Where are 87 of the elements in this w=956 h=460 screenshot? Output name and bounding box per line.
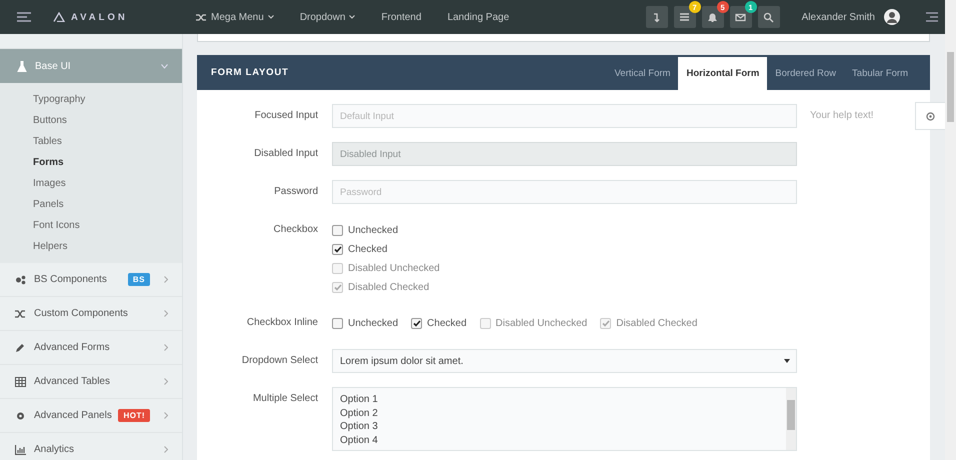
- user-name[interactable]: Alexander Smith: [802, 12, 875, 22]
- caret-icon: [349, 15, 356, 19]
- bell-icon: [707, 12, 718, 22]
- panel-title: FORM LAYOUT: [210, 67, 290, 78]
- bar-chart-icon: [15, 444, 26, 454]
- tab[interactable]: Tabular Form: [844, 57, 916, 90]
- tab[interactable]: Vertical Form: [606, 57, 678, 90]
- tab[interactable]: Bordered Row: [767, 57, 844, 90]
- flask-icon: [17, 60, 27, 72]
- field-label: Dropdown Select: [240, 354, 318, 368]
- nav-link[interactable]: Dropdown: [300, 12, 356, 22]
- checkbox-option[interactable]: Unchecked: [332, 314, 398, 333]
- menu-badge: BS: [128, 273, 150, 286]
- caret-icon: [784, 359, 790, 363]
- brand-name: AVALON: [71, 12, 128, 22]
- table-icon: [15, 376, 26, 386]
- select-option[interactable]: Option 1: [340, 393, 779, 406]
- select-option[interactable]: Option 2: [340, 406, 779, 420]
- chevron-icon: [164, 446, 168, 453]
- sidebar-menu-item[interactable]: BS Components BS: [0, 263, 182, 297]
- submenu-link[interactable]: Forms: [33, 152, 182, 173]
- nav-link[interactable]: Landing Page: [447, 12, 510, 22]
- arrow-down-icon: [651, 12, 662, 22]
- field-label: Password: [273, 185, 318, 199]
- checkbox-option[interactable]: Checked: [411, 314, 466, 333]
- nav-link[interactable]: Mega Menu: [196, 12, 274, 22]
- checkbox-option[interactable]: Unchecked: [332, 221, 797, 240]
- submenu-link[interactable]: Tables: [33, 131, 182, 152]
- sidebar-menu-item[interactable]: Custom Components: [0, 297, 182, 331]
- arrow-down-button[interactable]: [646, 6, 668, 28]
- gear-icon: [15, 410, 26, 420]
- dropdown-select[interactable]: Lorem ipsum dolor sit amet.: [332, 349, 797, 373]
- submenu-link[interactable]: Font Icons: [33, 215, 182, 236]
- tab[interactable]: Horizontal Form: [678, 57, 768, 90]
- field-label: Multiple Select: [252, 392, 318, 406]
- shuffle-icon: [15, 308, 26, 318]
- checkbox-option[interactable]: Checked: [332, 240, 797, 259]
- menu-badge: HOT!: [118, 409, 150, 422]
- sidebar-menu-item[interactable]: Advanced Forms: [0, 331, 182, 365]
- checkbox[interactable]: [332, 244, 343, 255]
- submenu-link[interactable]: Typography: [33, 89, 182, 110]
- sidebar-menu-item[interactable]: Analytics: [0, 433, 182, 460]
- field-label: Checkbox: [272, 223, 318, 237]
- page-scrollbar[interactable]: [945, 0, 956, 460]
- list-button[interactable]: [674, 6, 696, 28]
- search-button[interactable]: [758, 6, 780, 28]
- menu-icon[interactable]: [17, 12, 31, 22]
- settings-button[interactable]: [915, 102, 945, 130]
- submenu-link[interactable]: Panels: [33, 194, 182, 215]
- chevron-icon: [164, 378, 168, 385]
- field-label: Checkbox Inline: [246, 316, 318, 330]
- chevron-icon: [164, 412, 168, 419]
- submenu-link[interactable]: Buttons: [33, 110, 182, 131]
- chevron-icon: [164, 344, 168, 351]
- mail-icon: [735, 12, 746, 22]
- bell-button[interactable]: [702, 6, 724, 28]
- checkbox[interactable]: [332, 225, 343, 236]
- cogs-icon: [15, 274, 26, 284]
- mail-button[interactable]: [730, 6, 752, 28]
- checkbox[interactable]: [332, 318, 343, 329]
- field-label: Focused Input: [254, 109, 318, 123]
- caret-icon: [268, 15, 274, 19]
- sidebar-menu-item[interactable]: Advanced Tables: [0, 365, 182, 399]
- triangle-logo-icon: [53, 12, 65, 22]
- checkbox[interactable]: [411, 318, 422, 329]
- settings-icon: [926, 112, 935, 120]
- sidebar-menu-item[interactable]: Advanced Panels HOT!: [0, 399, 182, 433]
- nav-link[interactable]: Frontend: [381, 12, 422, 22]
- chevron-icon: [164, 276, 168, 283]
- submenu-link[interactable]: Helpers: [33, 236, 182, 257]
- pencil-icon: [15, 342, 26, 352]
- chevron-icon: [161, 64, 168, 68]
- field-label: Disabled Input: [253, 147, 318, 161]
- input-field[interactable]: Default Input: [332, 104, 797, 128]
- menu-icon[interactable]: [926, 12, 938, 22]
- input-field[interactable]: Password: [332, 180, 797, 204]
- multiple-select[interactable]: Option 1 Option 2 Option 3 Option 4: [332, 387, 797, 451]
- list-icon: [679, 12, 690, 22]
- help-text: Your help text!: [810, 109, 874, 123]
- search-icon: [763, 12, 774, 22]
- scrollbar[interactable]: [786, 388, 796, 450]
- submenu-link[interactable]: Images: [33, 173, 182, 194]
- select-option[interactable]: Option 4: [340, 434, 779, 447]
- avatar-icon[interactable]: [884, 9, 900, 25]
- select-option[interactable]: Option 3: [340, 420, 779, 434]
- chevron-icon: [164, 310, 168, 317]
- shuffle-icon: [196, 12, 207, 22]
